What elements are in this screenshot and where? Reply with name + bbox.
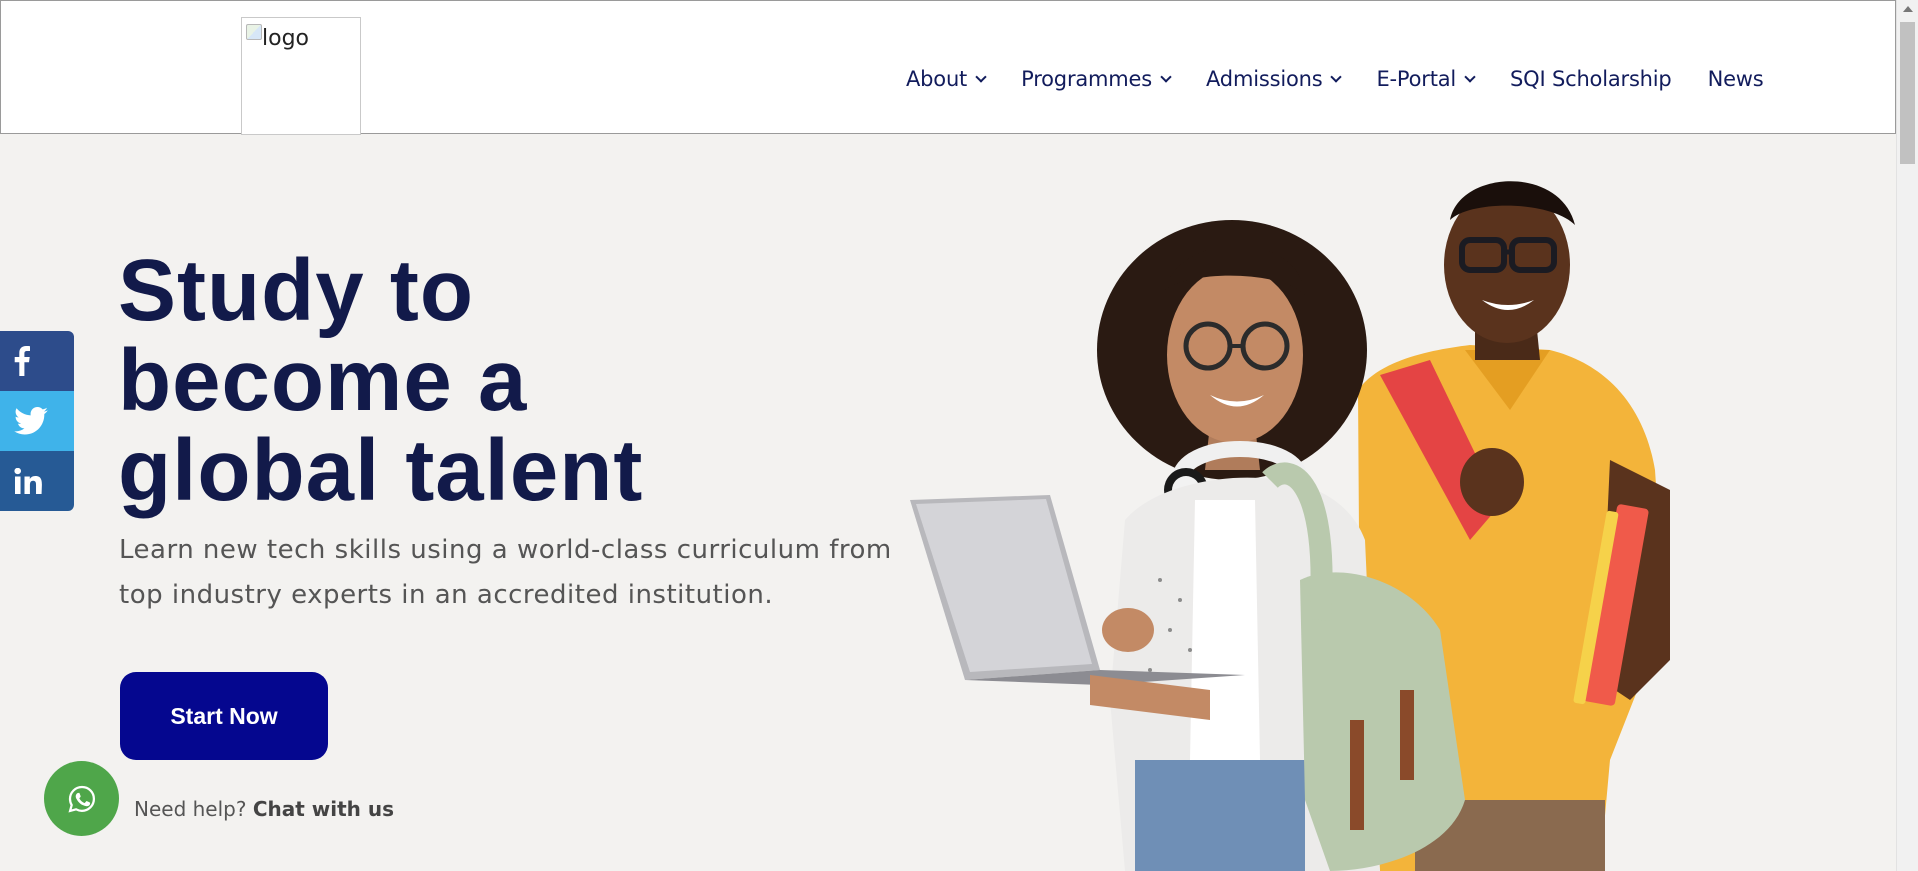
hero-subtitle-line: top industry experts in an accredited in…	[119, 580, 774, 610]
scrollbar-thumb[interactable]	[1900, 22, 1915, 164]
facebook-share-button[interactable]	[0, 331, 74, 391]
chat-with-us-link[interactable]: Chat with us	[253, 797, 394, 821]
nav-label: Programmes	[1021, 67, 1153, 91]
nav-label: News	[1707, 67, 1764, 91]
chat-prefix: Need help?	[134, 797, 247, 821]
twitter-icon	[14, 407, 48, 435]
whatsapp-chat-button[interactable]	[44, 761, 119, 836]
page-scrollbar[interactable]	[1896, 0, 1918, 871]
chevron-down-icon	[1330, 71, 1343, 83]
hero-title-line: global talent	[118, 422, 644, 519]
site-header: logo About Programmes Admissions E-Porta…	[0, 0, 1896, 135]
hero-title-line: become a	[118, 332, 528, 429]
nav-label: SQI Scholarship	[1510, 67, 1672, 91]
nav-item-e-portal[interactable]: E-Portal	[1376, 67, 1476, 91]
linkedin-icon	[14, 468, 42, 494]
hero-subtitle-line: Learn new tech skills using a world-clas…	[119, 535, 892, 565]
social-share-bar	[0, 331, 74, 511]
nav-label: Admissions	[1206, 67, 1323, 91]
nav-label: About	[906, 67, 968, 91]
hero-subtitle: Learn new tech skills using a world-clas…	[119, 528, 899, 618]
twitter-share-button[interactable]	[0, 391, 74, 451]
nav-item-news[interactable]: News	[1708, 67, 1764, 91]
hero-students-image	[910, 181, 1670, 871]
chevron-down-icon	[1160, 71, 1172, 83]
broken-image-icon	[246, 24, 262, 40]
nav-label: E-Portal	[1376, 67, 1457, 91]
logo-alt-text: logo	[262, 26, 309, 51]
linkedin-share-button[interactable]	[0, 451, 74, 511]
nav-item-programmes[interactable]: Programmes	[1021, 67, 1172, 91]
chevron-down-icon	[975, 71, 987, 83]
nav-item-about[interactable]: About	[906, 67, 987, 91]
logo-image[interactable]: logo	[241, 17, 361, 135]
main-nav: About Programmes Admissions E-Portal SQI…	[906, 67, 1764, 91]
chevron-down-icon	[1464, 71, 1476, 83]
scroll-up-arrow-icon[interactable]	[1903, 6, 1913, 12]
nav-item-sqi-scholarship[interactable]: SQI Scholarship	[1510, 67, 1672, 91]
hero-title: Study to become a global talent	[118, 246, 838, 516]
start-now-button[interactable]: Start Now	[120, 672, 328, 760]
hero-title-line: Study to	[118, 242, 474, 339]
nav-item-admissions[interactable]: Admissions	[1206, 67, 1343, 91]
whatsapp-icon	[67, 785, 95, 812]
chat-help-text: Need help? Chat with us	[134, 797, 394, 821]
facebook-icon	[14, 346, 30, 376]
